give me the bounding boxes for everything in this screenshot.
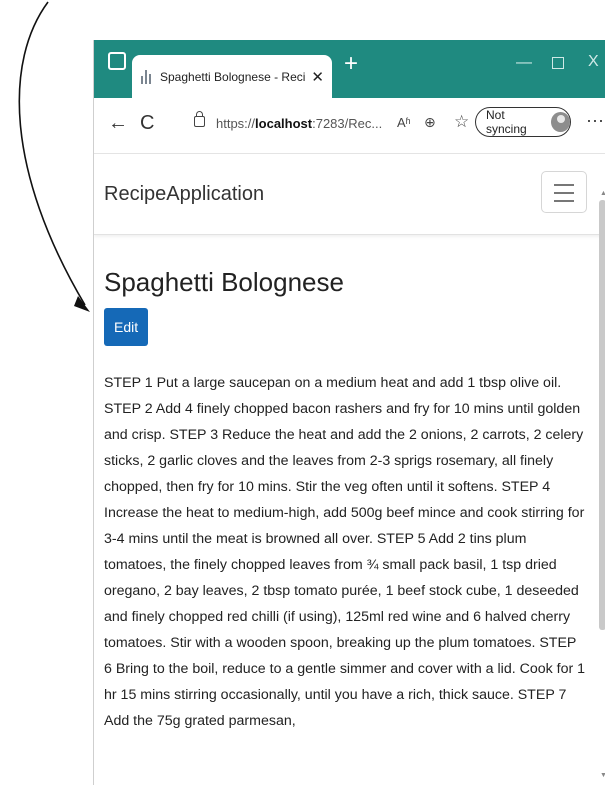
back-icon[interactable]: ←: [108, 112, 128, 135]
page-title: Spaghetti Bolognese: [104, 267, 344, 297]
address-bar: ← C https://localhost:7283/Rec... Aʱ ⊕ ☆…: [94, 98, 605, 154]
url-path: :7283/Rec...: [312, 116, 383, 131]
minimize-button[interactable]: —: [516, 54, 532, 72]
navbar-toggler-button[interactable]: [541, 171, 587, 213]
url-field[interactable]: https://localhost:7283/Rec...: [216, 116, 382, 131]
avatar-icon: [551, 112, 570, 132]
zoom-icon[interactable]: ⊕: [424, 114, 436, 131]
scrollbar-thumb[interactable]: [599, 200, 605, 630]
more-menu-icon[interactable]: ···: [586, 110, 604, 131]
scroll-down-arrow-icon[interactable]: ▼: [600, 772, 605, 779]
tab-actions-icon[interactable]: [108, 52, 126, 70]
edit-button[interactable]: Edit: [104, 308, 149, 346]
favorite-icon[interactable]: ☆: [454, 112, 469, 132]
scroll-up-arrow-icon[interactable]: ▲: [600, 190, 605, 197]
new-tab-button[interactable]: +: [344, 52, 358, 76]
site-navbar: RecipeApplication: [94, 154, 605, 235]
tab-active[interactable]: Spaghetti Bolognese - RecipeApp ✕: [132, 55, 332, 98]
close-window-button[interactable]: X: [588, 53, 599, 71]
url-host: localhost: [255, 116, 313, 131]
title-bar: Spaghetti Bolognese - RecipeApp ✕ + — X: [94, 40, 605, 98]
tab-close-icon[interactable]: ✕: [311, 68, 324, 86]
browser-window: Spaghetti Bolognese - RecipeApp ✕ + — X …: [93, 40, 605, 785]
refresh-icon[interactable]: C: [140, 112, 154, 135]
tab-title: Spaghetti Bolognese - RecipeApp: [160, 69, 306, 84]
lock-icon[interactable]: [194, 111, 205, 127]
sync-label: Not syncing: [486, 108, 527, 136]
profile-sync-button[interactable]: Not syncing: [475, 107, 571, 137]
recipe-method-text: STEP 1 Put a large saucepan on a medium …: [104, 375, 586, 729]
main-content: Spaghetti Bolognese Edit STEP 1 Put a la…: [94, 267, 605, 734]
brand-link[interactable]: RecipeApplication: [104, 183, 264, 206]
maximize-button[interactable]: [552, 57, 564, 69]
app-favicon-icon: [140, 69, 152, 84]
hamburger-icon: [554, 184, 574, 186]
url-scheme: https://: [216, 116, 256, 131]
read-aloud-icon[interactable]: Aʱ: [397, 115, 411, 130]
